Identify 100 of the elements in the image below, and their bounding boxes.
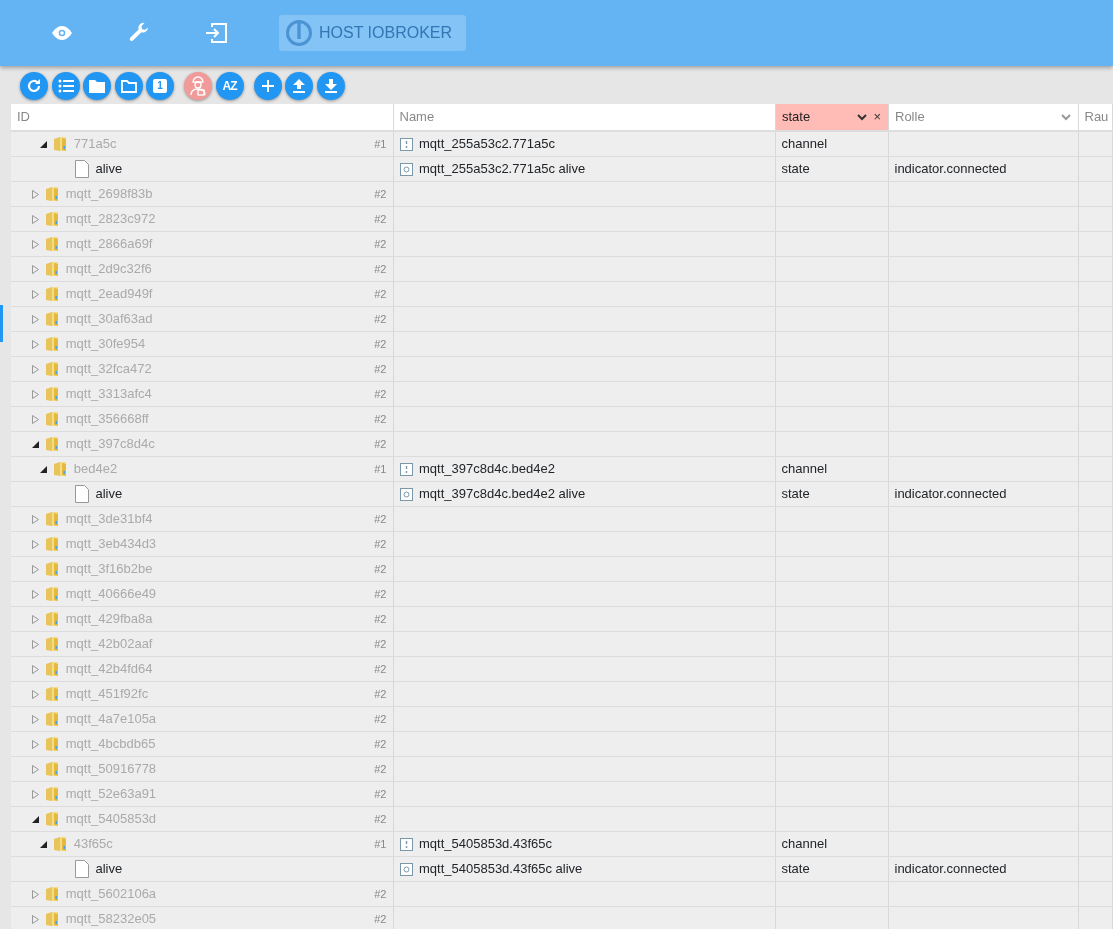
object-id[interactable]: mqtt_356668ff	[65, 409, 149, 429]
plus-button[interactable]	[253, 72, 282, 100]
collapsed-icon[interactable]	[32, 389, 39, 399]
refresh-button[interactable]	[20, 72, 48, 100]
collapsed-icon[interactable]	[32, 189, 39, 199]
collapsed-icon[interactable]	[32, 539, 39, 549]
object-id[interactable]: mqtt_40666e49	[65, 584, 157, 604]
folder-icon	[45, 661, 60, 677]
collapsed-icon[interactable]	[32, 239, 39, 249]
object-id[interactable]: mqtt_2d9c32f6	[65, 259, 152, 279]
state-icon	[399, 162, 413, 176]
list-icon	[57, 79, 74, 93]
folder-icon	[45, 636, 60, 652]
column-filter[interactable]: state ×	[775, 104, 887, 129]
object-id[interactable]: mqtt_2823c972	[65, 209, 156, 229]
object-id[interactable]: mqtt_4a7e105a	[65, 709, 157, 729]
clear-button[interactable]: ×	[873, 107, 881, 127]
collapsed-icon[interactable]	[32, 614, 39, 624]
collapsed-icon[interactable]	[32, 589, 39, 599]
collapsed-icon[interactable]	[32, 264, 39, 274]
object-type: channel	[781, 136, 828, 152]
child-count: #2	[374, 911, 387, 927]
object-id[interactable]: alive	[95, 159, 123, 179]
object-role: indicator.connected	[894, 486, 1007, 502]
object-id[interactable]: mqtt_42b02aaf	[65, 634, 153, 654]
collapsed-icon[interactable]	[32, 514, 39, 524]
object-id[interactable]: mqtt_32fca472	[65, 359, 152, 379]
folder-icon	[45, 561, 60, 577]
object-name: mqtt_5405853d.43f65c	[419, 835, 552, 854]
collapsed-icon[interactable]	[32, 339, 39, 349]
collapsed-icon[interactable]	[32, 764, 39, 774]
collapsed-icon[interactable]	[32, 564, 39, 574]
folder-button[interactable]	[114, 72, 143, 100]
object-type: state	[781, 161, 810, 177]
object-id[interactable]: alive	[95, 859, 123, 879]
object-id[interactable]: bed4e2	[73, 459, 118, 479]
object-id[interactable]: mqtt_2ead949f	[65, 284, 153, 304]
collapsed-icon[interactable]	[32, 364, 39, 374]
upload-button[interactable]	[285, 72, 313, 100]
collapsed-icon[interactable]	[32, 914, 39, 924]
collapsed-icon[interactable]	[32, 214, 39, 224]
collapsed-icon[interactable]	[32, 714, 39, 724]
folder-icon	[45, 711, 60, 727]
collapsed-icon[interactable]	[32, 889, 39, 899]
object-name: mqtt_397c8d4c.bed4e2 alive	[419, 485, 586, 504]
object-id[interactable]: 43f65c	[73, 834, 113, 854]
object-id[interactable]: mqtt_2866a69f	[65, 234, 153, 254]
child-count: #2	[374, 261, 387, 277]
download-button[interactable]	[316, 72, 345, 100]
sort-button[interactable]: AZ	[215, 72, 244, 100]
expanded-icon[interactable]	[32, 440, 39, 448]
object-id[interactable]: mqtt_5405853d	[65, 809, 157, 829]
object-id[interactable]: mqtt_3f16b2be	[65, 559, 153, 579]
object-id[interactable]: mqtt_429fba8a	[65, 609, 153, 629]
worker-button[interactable]	[184, 72, 212, 100]
object-id[interactable]: mqtt_4bcbdb65	[65, 734, 156, 754]
child-count: #2	[374, 561, 387, 577]
collapsed-icon[interactable]	[32, 789, 39, 799]
object-id[interactable]: mqtt_397c8d4c	[65, 434, 155, 454]
collapsed-icon[interactable]	[32, 639, 39, 649]
object-id[interactable]: mqtt_50916778	[65, 759, 157, 779]
child-count: #2	[374, 311, 387, 327]
object-id[interactable]: mqtt_52e63a91	[65, 784, 157, 804]
folder-button[interactable]	[83, 72, 111, 100]
object-id[interactable]: mqtt_58232e05	[65, 909, 157, 929]
object-id[interactable]: mqtt_5602106a	[65, 884, 157, 904]
child-count: #2	[374, 211, 387, 227]
column-filter[interactable]: Rolle	[888, 104, 1077, 129]
collapsed-icon[interactable]	[32, 414, 39, 424]
child-count: #2	[374, 636, 387, 652]
collapsed-icon[interactable]	[32, 689, 39, 699]
list-button[interactable]	[51, 72, 80, 100]
expanded-icon[interactable]	[32, 815, 39, 823]
state-icon	[399, 487, 413, 501]
child-count: #2	[374, 511, 387, 527]
expanded-icon[interactable]	[40, 140, 47, 148]
expanded-icon[interactable]	[40, 465, 47, 473]
object-id[interactable]: alive	[95, 484, 123, 504]
count-button[interactable]: 1	[146, 72, 174, 100]
collapsed-icon[interactable]	[32, 289, 39, 299]
object-id[interactable]: mqtt_451f92fc	[65, 684, 149, 704]
folder-icon	[120, 79, 137, 93]
object-name: mqtt_255a53c2.771a5c	[419, 135, 555, 154]
object-id[interactable]: mqtt_30af63ad	[65, 309, 153, 329]
collapsed-icon[interactable]	[32, 314, 39, 324]
object-id[interactable]: 771a5c	[73, 134, 117, 154]
object-id[interactable]: mqtt_30fe954	[65, 334, 146, 354]
object-id[interactable]: mqtt_3313afc4	[65, 384, 152, 404]
object-id[interactable]: mqtt_3eb434d3	[65, 534, 157, 554]
object-id[interactable]: mqtt_2698f83b	[65, 184, 153, 204]
collapsed-icon[interactable]	[32, 739, 39, 749]
object-id[interactable]: mqtt_42b4fd64	[65, 659, 153, 679]
object-type: state	[781, 861, 810, 877]
expanded-icon[interactable]	[40, 840, 47, 848]
child-count: #2	[374, 286, 387, 302]
folder-icon	[45, 186, 60, 202]
child-count: #2	[374, 386, 387, 402]
collapsed-icon[interactable]	[32, 664, 39, 674]
child-count: #1	[374, 461, 387, 477]
object-id[interactable]: mqtt_3de31bf4	[65, 509, 153, 529]
